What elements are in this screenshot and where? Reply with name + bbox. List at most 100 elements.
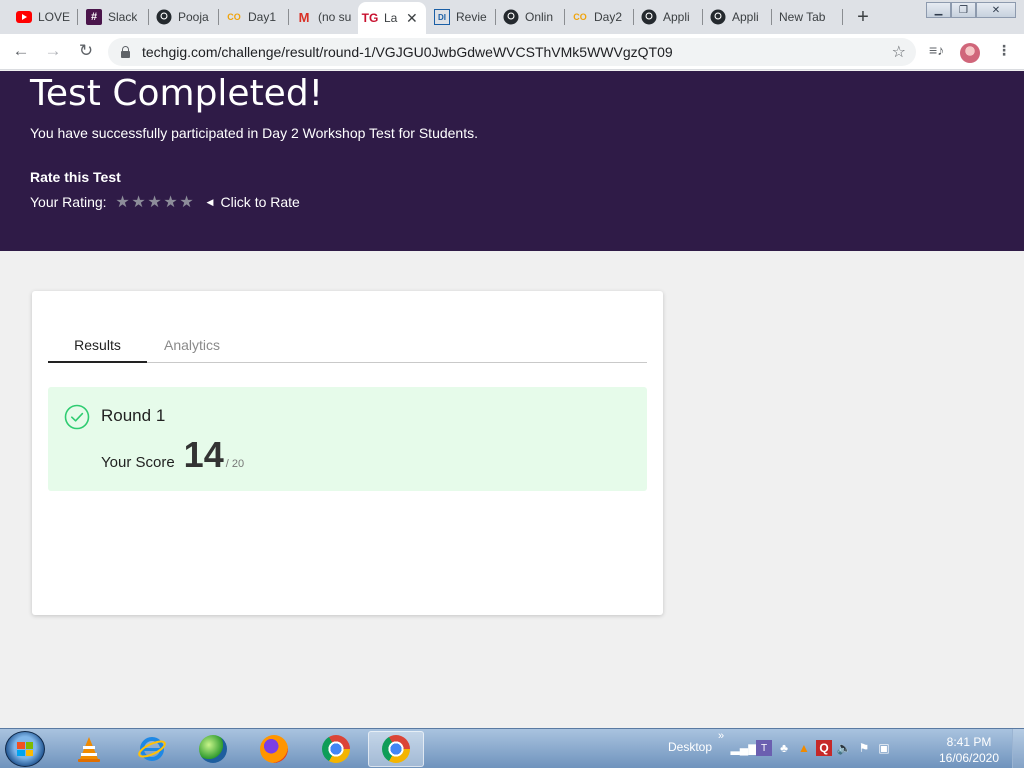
tab-day2[interactable]: CO Day2 — [568, 4, 630, 30]
restore-button[interactable]: ❐ — [951, 2, 976, 18]
tab-title: LOVE — [38, 10, 71, 24]
tab-title: Slack — [108, 10, 138, 24]
tab-divider — [495, 9, 496, 25]
round-result-panel: Round 1 Your Score 14 / 20 — [48, 387, 647, 491]
toolbar-expand-icon[interactable]: » — [718, 730, 724, 742]
back-arrow-icon[interactable]: ← — [10, 41, 32, 61]
taskbar-firefox[interactable] — [246, 731, 302, 767]
reload-icon[interactable]: ↻ — [75, 41, 97, 61]
codechef-icon: CO — [573, 12, 587, 22]
usb-device-icon[interactable]: ▣ — [876, 740, 892, 756]
score-label: Your Score — [101, 454, 175, 471]
media-player-icon — [199, 735, 227, 763]
star-icon[interactable]: ★ — [147, 192, 163, 212]
slack-icon: # — [86, 9, 102, 25]
chrome-icon — [322, 735, 350, 763]
system-clock[interactable]: 8:41 PM 16/06/2020 — [934, 734, 1004, 766]
tab-techgig-active[interactable]: TG La ✕ — [358, 2, 426, 34]
close-tab-icon[interactable]: ✕ — [406, 10, 418, 27]
media-queue-icon[interactable]: ≡♪ — [929, 42, 944, 58]
forward-arrow-icon[interactable]: → — [42, 41, 64, 61]
tab-analytics[interactable]: Analytics — [147, 337, 237, 363]
star-icon[interactable]: ★ — [131, 192, 147, 212]
tab-appli-1[interactable]: Appli — [637, 4, 699, 30]
signal-icon[interactable]: ▂▄▆ — [731, 740, 758, 756]
tab-divider — [564, 9, 565, 25]
taskbar-vlc[interactable] — [61, 731, 117, 767]
tab-appli-2[interactable]: Appli — [706, 4, 768, 30]
review-icon: DI — [434, 9, 450, 25]
lock-icon — [121, 45, 130, 58]
firefox-icon — [260, 735, 288, 763]
menu-kebab-icon[interactable]: ⋮ — [997, 42, 1011, 59]
tab-divider — [148, 9, 149, 25]
tab-divider — [842, 9, 843, 25]
system-tray: ▂▄▆ T ♣ ▲ Q 🔈 ⚑ ▣ — [731, 740, 892, 756]
action-center-flag-icon[interactable]: ⚑ — [856, 740, 872, 756]
click-to-rate-hint: Click to Rate — [220, 194, 300, 210]
techgig-icon: TG — [361, 11, 379, 25]
vlc-tray-icon[interactable]: ▲ — [796, 740, 812, 756]
taskbar-chrome-active[interactable] — [368, 731, 424, 767]
tab-title: Revie — [456, 10, 487, 24]
close-window-button[interactable]: ✕ — [976, 2, 1016, 18]
tab-divider — [702, 9, 703, 25]
new-tab-plus-icon[interactable]: + — [852, 6, 874, 29]
desktop-toolbar-label[interactable]: Desktop — [668, 740, 712, 754]
volume-icon[interactable]: 🔈 — [836, 740, 852, 756]
tab-day1[interactable]: CO Day1 — [222, 4, 284, 30]
tab-title: Appli — [663, 10, 690, 24]
url-text[interactable]: techgig.com/challenge/result/round-1/VGJ… — [142, 44, 673, 60]
rating-stars[interactable]: ★ ★ ★ ★ ★ — [115, 192, 195, 212]
results-card: Results Analytics Round 1 Your Score 14 … — [32, 291, 663, 615]
page-title: Test Completed! — [30, 73, 324, 114]
tab-review[interactable]: DI Revie — [430, 4, 492, 30]
tab-pooja[interactable]: Pooja — [152, 4, 214, 30]
star-icon[interactable]: ★ — [179, 192, 195, 212]
clock-date: 16/06/2020 — [938, 751, 1000, 765]
tab-slack[interactable]: # Slack — [82, 4, 146, 30]
tab-divider — [288, 9, 289, 25]
vlc-icon — [78, 737, 100, 762]
tray-app-icon[interactable]: T — [756, 740, 772, 756]
gmail-icon: M — [298, 9, 310, 25]
github-icon — [641, 9, 657, 25]
tab-title: Appli — [732, 10, 759, 24]
profile-avatar[interactable] — [960, 43, 980, 63]
tab-new-tab[interactable]: New Tab — [775, 4, 841, 30]
round-name: Round 1 — [101, 406, 166, 425]
tab-love[interactable]: LOVE — [12, 4, 74, 30]
tab-divider — [633, 9, 634, 25]
tab-title: Day1 — [248, 10, 277, 24]
address-bar[interactable]: techgig.com/challenge/result/round-1/VGJ… — [108, 38, 916, 66]
github-icon — [710, 9, 726, 25]
teams-icon[interactable]: ♣ — [776, 740, 792, 756]
caret-left-icon: ◀ — [206, 196, 214, 207]
minimize-button[interactable]: ▁ — [926, 2, 951, 18]
tab-online[interactable]: Onlin — [499, 4, 561, 30]
show-desktop-button[interactable] — [1012, 729, 1024, 768]
star-icon[interactable]: ★ — [163, 192, 179, 212]
taskbar-media-player[interactable] — [185, 731, 241, 767]
rating-row: Your Rating: ★ ★ ★ ★ ★ ◀ Click to Rate — [30, 192, 300, 212]
github-icon — [503, 9, 519, 25]
tab-title: New Tab — [779, 10, 826, 24]
taskbar-chrome-1[interactable] — [308, 731, 364, 767]
chrome-icon — [382, 735, 410, 763]
tab-results[interactable]: Results — [48, 337, 147, 363]
internet-explorer-icon — [138, 737, 166, 761]
score-value: 14 — [183, 434, 224, 475]
quick-heal-icon[interactable]: Q — [816, 740, 832, 756]
windows-logo-icon — [17, 742, 33, 756]
tab-divider — [218, 9, 219, 25]
start-button[interactable] — [5, 731, 45, 767]
star-icon[interactable]: ★ — [115, 192, 131, 212]
window-controls: ▁ ❐ ✕ — [926, 2, 1016, 18]
tab-divider — [77, 9, 78, 25]
clock-time: 8:41 PM — [946, 735, 992, 749]
tab-gmail[interactable]: M (no su — [292, 4, 356, 30]
bookmark-star-icon[interactable]: ☆ — [892, 42, 906, 62]
rate-test-heading: Rate this Test — [30, 169, 121, 185]
taskbar-ie[interactable] — [124, 731, 180, 767]
results-tabs: Results Analytics — [48, 337, 647, 363]
